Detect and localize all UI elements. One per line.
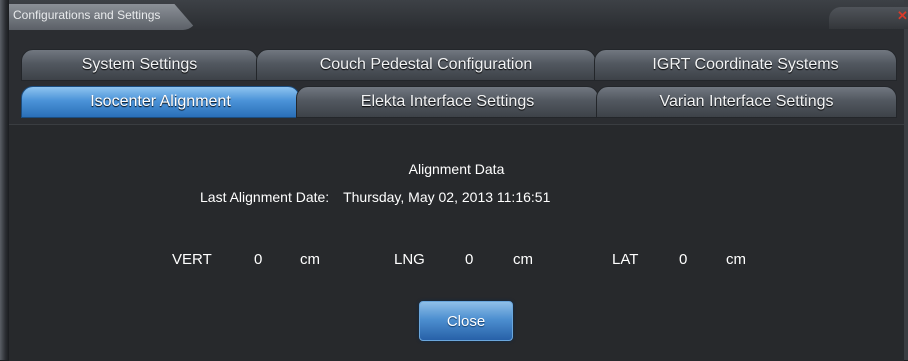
title-bar[interactable]: Configurations and Settings (9, 0, 908, 30)
lng-label: LNG (394, 251, 425, 268)
isocenter-alignment-panel: Alignment Data Last Alignment Date: Thur… (9, 124, 904, 361)
vert-label: VERT (172, 251, 212, 268)
close-window-icon[interactable]: ✕ (897, 8, 908, 24)
window-title: Configurations and Settings (13, 8, 161, 22)
last-alignment-date: Last Alignment Date: Thursday, May 02, 2… (200, 189, 550, 205)
alignment-data-heading: Alignment Data (408, 161, 505, 177)
tab-varian-interface-settings[interactable]: Varian Interface Settings (596, 86, 897, 118)
tab-label: Varian Interface Settings (659, 93, 834, 110)
tab-strip: System Settings Couch Pedestal Configura… (9, 30, 904, 126)
lat-label: LAT (612, 251, 639, 268)
configurations-window: Configurations and Settings ✕ System Set… (0, 0, 908, 361)
tab-label: Elekta Interface Settings (360, 93, 535, 110)
tab-label: Couch Pedestal Configuration (319, 56, 533, 73)
tab-elekta-interface-settings[interactable]: Elekta Interface Settings (296, 86, 599, 118)
tab-label: IGRT Coordinate Systems (652, 56, 839, 73)
lng-value: 0 (465, 251, 474, 268)
last-alignment-date-label: Last Alignment Date: (200, 189, 330, 205)
last-alignment-date-value: Thursday, May 02, 2013 11:16:51 (343, 189, 551, 205)
vert-unit: cm (300, 251, 320, 268)
window-left-border (0, 0, 9, 360)
tab-isocenter-alignment[interactable]: Isocenter Alignment (21, 86, 300, 118)
window-right-border (904, 0, 908, 360)
vert-value: 0 (254, 251, 263, 268)
tab-label: Isocenter Alignment (90, 93, 231, 110)
close-button[interactable]: Close (419, 301, 513, 341)
lng-unit: cm (513, 251, 533, 268)
lat-value: 0 (679, 251, 688, 268)
tab-igrt-coordinate-systems[interactable]: IGRT Coordinate Systems (594, 49, 897, 81)
tab-system-settings[interactable]: System Settings (21, 49, 258, 81)
tab-couch-pedestal-configuration[interactable]: Couch Pedestal Configuration (256, 49, 596, 81)
lat-unit: cm (726, 251, 746, 268)
tab-label: System Settings (81, 56, 198, 73)
